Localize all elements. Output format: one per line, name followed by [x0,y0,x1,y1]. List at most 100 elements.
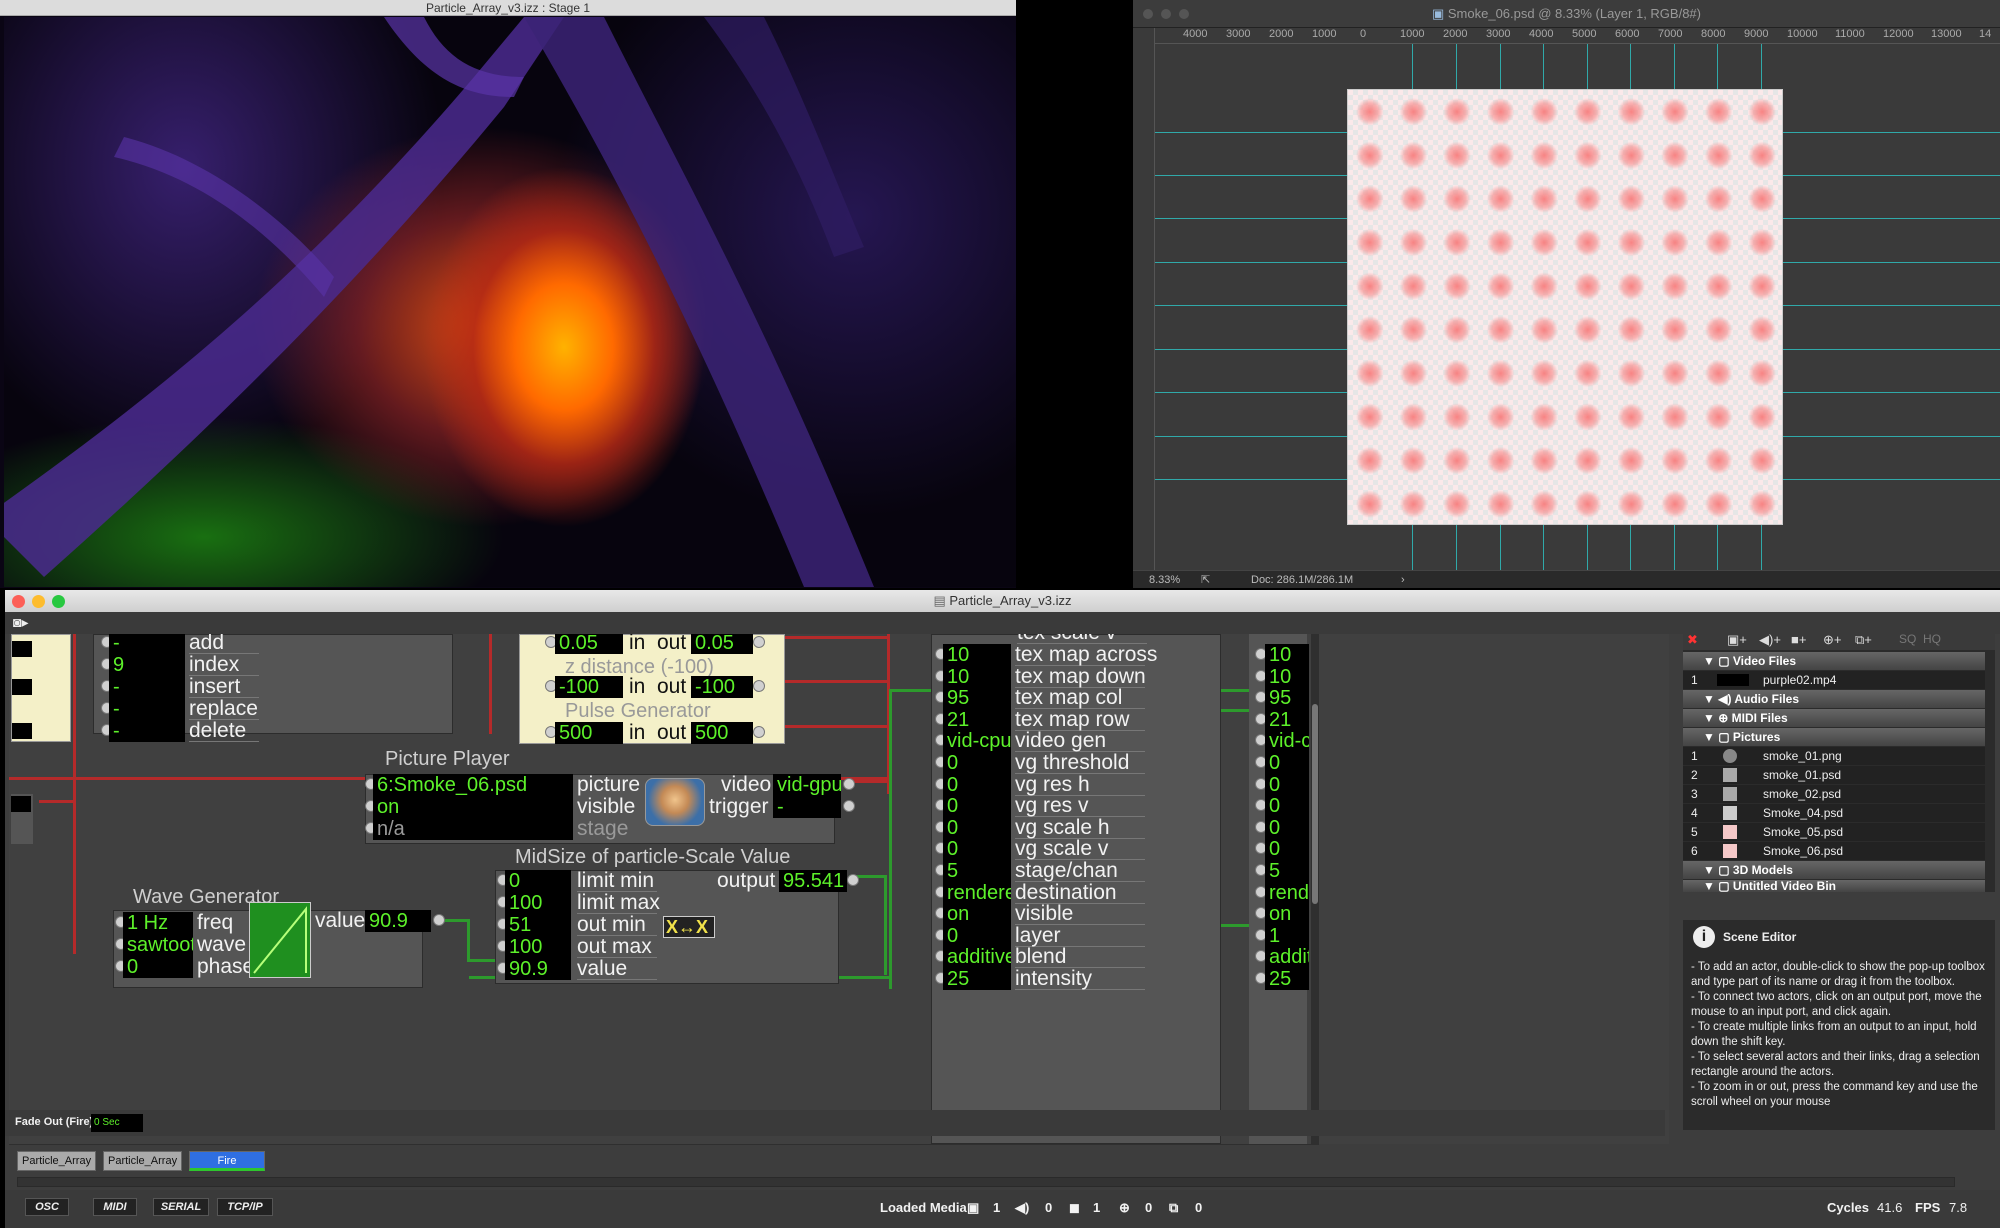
particle-input-field[interactable]: 5 [943,860,1011,882]
particle-output-field[interactable]: rend [1265,881,1309,904]
particle-output-field[interactable]: 0 [1265,838,1309,861]
scale-function-icon[interactable]: X↔X [663,916,715,938]
zoom-light-icon[interactable] [1179,9,1189,19]
disclosure-triangle-icon[interactable]: ▼ ▢ [1703,863,1733,877]
tcp-ip-button[interactable]: TCP/IP [217,1198,273,1216]
rate-output[interactable]: 0.05 [691,634,753,654]
rate-input[interactable]: 0.05 [555,634,623,654]
fade-out-input[interactable]: 0 Sec [91,1114,143,1132]
scene-editor-canvas[interactable]: - add 9 index - insert - replace - delet… [9,634,1669,1144]
particle-input-field[interactable]: 10 [943,665,1011,688]
link-wire[interactable] [849,780,889,783]
particle-input-field[interactable]: 0 [943,816,1011,839]
chevron-right-icon[interactable]: › [1401,571,1405,589]
particle-output-field[interactable]: 0 [1265,816,1309,839]
particle-output-field[interactable]: 0 [1265,773,1309,796]
particle-input-field[interactable]: on [943,903,1011,926]
particle-output-field[interactable]: 10 [1265,665,1309,688]
delete-media-icon[interactable]: ✖ [1687,632,1698,648]
media-bin[interactable]: ✖ ▣+ ◀)+ ■+ ⊕+ ⧉+ SQ HQ ▼ ▢ Video Files … [1683,630,1995,892]
particle-input-field[interactable]: 21 [943,708,1011,731]
add-input[interactable]: - [109,634,185,654]
z-distance-input[interactable]: -100 [555,676,623,698]
particle-input-field[interactable]: 0 [943,838,1011,861]
add-video-icon[interactable]: ▣+ [1727,632,1747,648]
link-wire[interactable] [73,634,76,954]
list-item[interactable]: 1 purple02.mp4 [1683,671,1985,689]
add-midi-icon[interactable]: ⊕+ [1823,632,1841,648]
insert-input[interactable]: - [109,676,185,698]
disclosure-triangle-icon[interactable]: ▼ ▢ [1703,730,1733,744]
stage-input[interactable]: n/a [373,818,573,840]
zoom-light-icon[interactable] [52,595,65,608]
stage-window[interactable]: Particle_Array_v3.izz : Stage 1 [0,0,1016,588]
phase-input[interactable]: 0 [123,956,193,978]
particle-output-field[interactable]: 0 [1265,752,1309,774]
trigger-value-actor[interactable] [11,634,71,742]
scrollbar-thumb[interactable] [1312,704,1318,904]
sq-icon[interactable]: SQ [1899,632,1916,646]
output-port[interactable] [753,680,765,692]
value-input[interactable]: 90.9 [505,958,571,980]
particle-input-field[interactable]: additive [943,946,1011,969]
midi-files-section[interactable]: ▼ ⊕ MIDI Files [1683,709,1985,727]
video-output[interactable]: vid-gpu [773,774,841,796]
output-value[interactable]: 95.541 [779,870,847,892]
disclosure-triangle-icon[interactable]: ▼ ▢ [1703,880,1733,892]
add-model-icon[interactable]: ⧉+ [1855,632,1872,648]
limit-min-input[interactable]: 0 [505,870,571,892]
out-max-input[interactable]: 100 [505,936,571,958]
3d-models-section[interactable]: ▼ ▢ 3D Models [1683,861,1985,879]
particle-output-field[interactable]: vid-c [1265,730,1309,753]
value-field[interactable] [12,679,32,695]
close-light-icon[interactable] [12,595,25,608]
list-item[interactable]: 1 smoke_01.png [1683,747,1985,765]
scene-scrollbar[interactable] [17,1177,1955,1187]
disclosure-triangle-icon[interactable]: ▼ ⊕ [1703,711,1732,725]
untitled-video-bin-section[interactable]: ▼ ▢ Untitled Video Bin [1683,880,1985,892]
minimize-light-icon[interactable] [32,595,45,608]
particle-output-field[interactable]: 10 [1265,644,1309,666]
export-icon[interactable]: ⇱ [1201,571,1210,589]
disclosure-triangle-icon[interactable]: ▼ ▢ [1703,654,1733,668]
particle-output-field[interactable]: 5 [1265,860,1309,882]
particle-output-field[interactable]: 95 [1265,687,1309,710]
wave-input[interactable]: sawtooth [123,934,193,956]
list-item[interactable]: 4 Smoke_04.psd [1683,804,1985,822]
particle-input-field[interactable]: 95 [943,687,1011,710]
delete-input[interactable]: - [109,720,185,742]
freq-input[interactable]: 1 Hz [123,912,193,934]
particle-input-field[interactable]: 10 [943,644,1011,666]
particle-input-field[interactable]: 0 [943,752,1011,774]
value-field[interactable] [11,796,31,812]
link-wire[interactable] [489,634,492,734]
picture-thumbnail[interactable] [645,778,705,826]
horizontal-ruler[interactable]: 4000 3000 2000 1000 0 1000 2000 3000 400… [1155,28,2000,44]
minimize-light-icon[interactable] [1161,9,1171,19]
link-wire[interactable] [39,800,75,803]
output-port[interactable] [843,800,855,812]
hq-icon[interactable]: HQ [1923,632,1941,646]
tab-particle-array[interactable]: Particle_Array [17,1151,97,1171]
particle-input-field[interactable]: vid-cpu [943,730,1011,753]
particle-output-field[interactable]: 1 [1265,924,1309,947]
particle-input-field[interactable]: renderer [943,881,1011,904]
midi-button[interactable]: MIDI [93,1198,137,1216]
list-item[interactable]: 5 Smoke_05.psd [1683,823,1985,841]
serial-button[interactable]: SERIAL [153,1198,209,1216]
video-files-section[interactable]: ▼ ▢ Video Files [1683,652,1985,670]
output-port[interactable] [753,636,765,648]
photoshop-window[interactable]: ▣ Smoke_06.psd @ 8.33% (Layer 1, RGB/8#)… [1133,0,2000,588]
list-item[interactable]: 2 smoke_01.psd [1683,766,1985,784]
index-input[interactable]: 9 [109,654,185,676]
particle-input-field[interactable]: 0 [943,773,1011,796]
list-item[interactable]: 6 Smoke_06.psd [1683,842,1985,860]
smoke-sprite-sheet[interactable] [1347,89,1783,525]
link-wire[interactable] [467,919,470,961]
tab-particle-array[interactable]: Particle_Array [103,1151,183,1171]
visible-input[interactable]: on [373,796,573,818]
replace-input[interactable]: - [109,698,185,720]
audio-files-section[interactable]: ▼ ◀) Audio Files [1683,690,1985,708]
link-wire[interactable] [884,875,887,975]
vertical-ruler[interactable] [1133,28,1155,576]
